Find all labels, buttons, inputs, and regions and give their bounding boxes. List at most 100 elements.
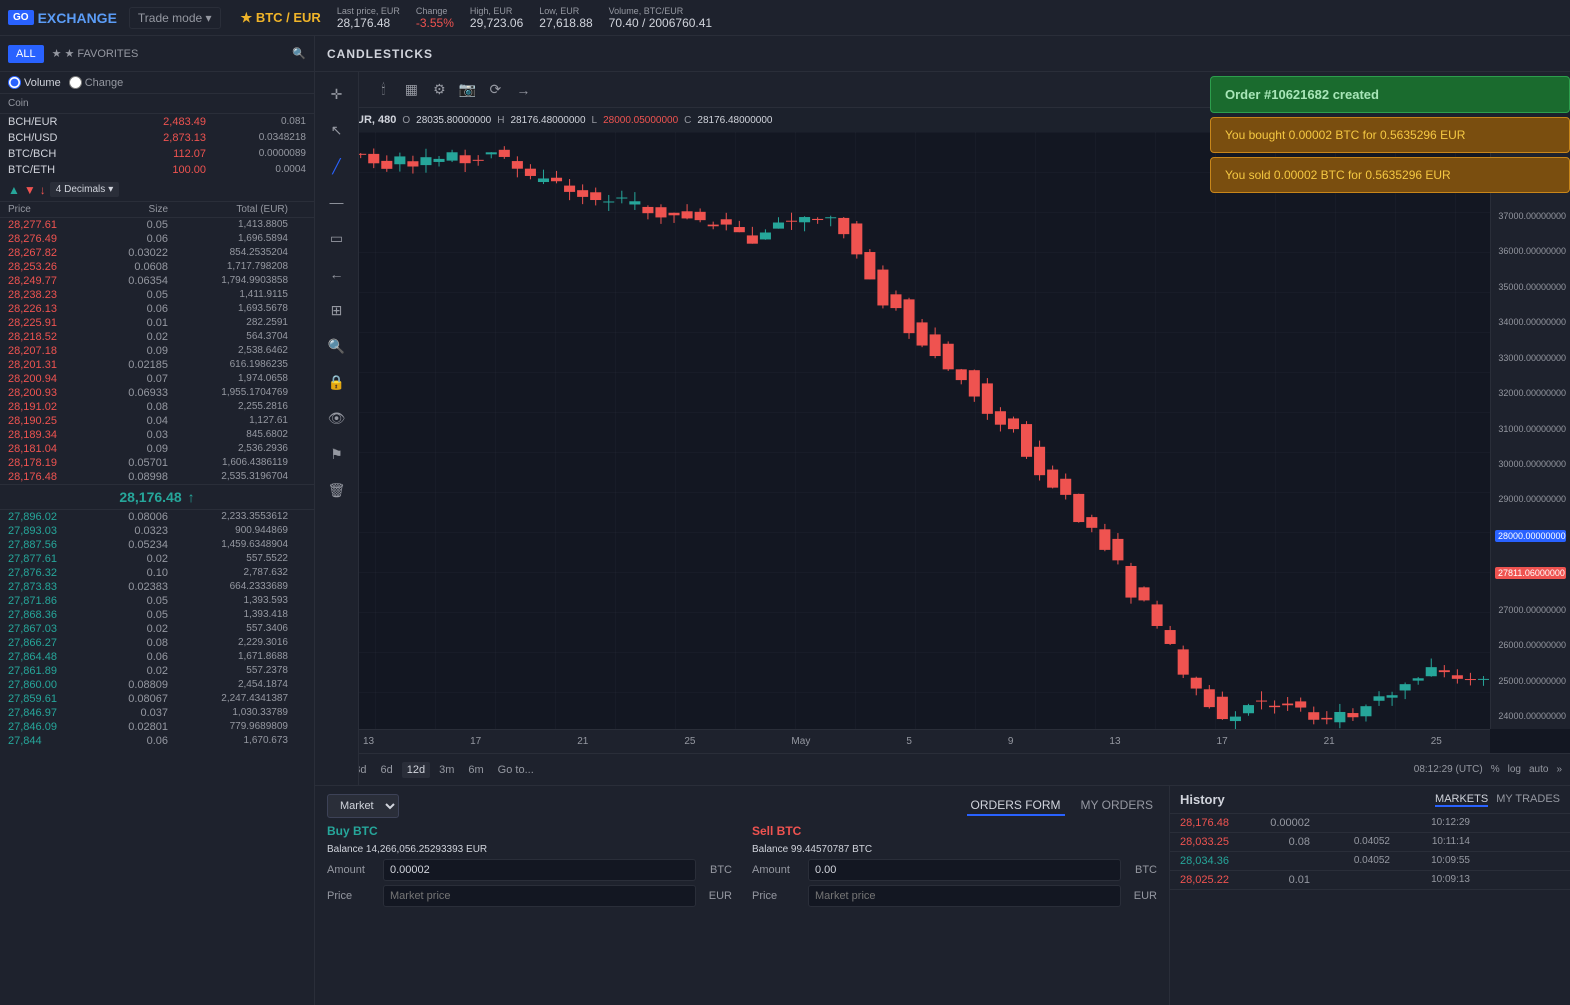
measure-tool[interactable]: ⊞ [323,296,351,324]
trash-tool[interactable]: 🗑 [323,476,351,504]
sell-price-input[interactable] [808,885,1121,907]
tab-favorites[interactable]: ★ ★ FAVORITES [52,47,139,60]
history-row[interactable]: 28,033.250.080.0405210:11:14 [1170,833,1570,852]
orders-form-tab[interactable]: ORDERS FORM [967,796,1065,816]
history-row[interactable]: 28,176.480.0000210:12:29 [1170,814,1570,833]
cursor-tool[interactable]: ↖ [323,116,351,144]
my-trades-tab[interactable]: MY TRADES [1496,793,1560,807]
pair-name[interactable]: ★ BTC / EUR [241,10,321,26]
bought-notification: You bought 0.00002 BTC for 0.5635296 EUR [1210,117,1570,153]
market-type-select[interactable]: Market [327,794,399,818]
buy-price-input[interactable] [383,885,696,907]
filter-icon-1[interactable]: ▲ [8,183,20,197]
sell-amount-input[interactable] [808,859,1121,881]
filter-icon-2[interactable]: ▼ [24,183,36,197]
crosshair-tool[interactable]: ✛ [323,80,351,108]
ob-buy-row[interactable]: 27,877.610.02557.5522 [0,552,314,566]
ob-sell-row[interactable]: 28,201.310.02185616.1986235 [0,358,314,372]
ob-sell-row[interactable]: 28,178.190.057011,606.4386119 [0,456,314,470]
ob-sell-row[interactable]: 28,181.040.092,536.2936 [0,442,314,456]
price-level: 29000.00000000 [1495,494,1566,504]
search-icon[interactable]: 🔍 [292,47,306,60]
expand-icon[interactable]: » [1556,764,1562,775]
time-label: 13 [1109,736,1120,747]
ob-sell-row[interactable]: 28,191.020.082,255.2816 [0,400,314,414]
ob-buy-row[interactable]: 27,8440.061,670.673 [0,734,314,748]
history-row[interactable]: 28,025.220.0110:09:13 [1170,871,1570,890]
tf-6m[interactable]: 6m [463,762,488,778]
ob-buy-row[interactable]: 27,868.360.051,393.418 [0,608,314,622]
ob-sell-row[interactable]: 28,238.230.051,411.9115 [0,288,314,302]
candle-chart-icon[interactable]: 🕯 [371,78,395,102]
decimals-button[interactable]: 4 Decimals ▾ [50,182,120,197]
ob-sell-row[interactable]: 28,277.610.051,413.8805 [0,218,314,232]
markets-tab[interactable]: MARKETS [1435,793,1488,807]
change-radio-label[interactable]: Change [69,76,124,89]
ob-sell-row[interactable]: 28,253.260.06081,717.798208 [0,260,314,274]
ob-buy-row[interactable]: 27,867.030.02557.3406 [0,622,314,636]
ob-sell-row[interactable]: 28,176.480.089982,535.3196704 [0,470,314,484]
ob-buy-row[interactable]: 27,893.030.0323900.944869 [0,524,314,538]
lock-tool[interactable]: 🔒 [323,368,351,396]
ob-buy-row[interactable]: 27,860.000.088092,454.1874 [0,678,314,692]
buy-amount-input[interactable] [383,859,696,881]
my-orders-tab[interactable]: MY ORDERS [1077,796,1157,816]
time-label: 5 [906,736,912,747]
draw-rect-tool[interactable]: ▭ [323,224,351,252]
ob-sell-row[interactable]: 28,276.490.061,696.5894 [0,232,314,246]
ob-buy-row[interactable]: 27,873.830.02383664.2333689 [0,580,314,594]
ob-buy-row[interactable]: 27,887.560.052341,459.6348904 [0,538,314,552]
ob-sell-row[interactable]: 28,226.130.061,693.5678 [0,302,314,316]
ob-sell-row[interactable]: 28,267.820.03022854.2535204 [0,246,314,260]
ob-buy-row[interactable]: 27,846.090.02801779.9689809 [0,720,314,734]
time-label: 21 [577,736,588,747]
history-row[interactable]: 28,034.360.0405210:09:55 [1170,852,1570,871]
bar-chart-icon[interactable]: ▦ [399,78,423,102]
chart-type-icons: 🕯 ▦ ⚙ 📷 ⟳ → [371,78,535,102]
coin-list-item[interactable]: BTC/ETH100.000.0004 [0,162,314,178]
eye-tool[interactable]: 👁 [323,404,351,432]
ob-sell-row[interactable]: 28,218.520.02564.3704 [0,330,314,344]
volume-radio-label[interactable]: Volume [8,76,61,89]
coin-list-item[interactable]: BTC/BCH112.070.0000089 [0,146,314,162]
ob-buy-row[interactable]: 27,866.270.082,229.3016 [0,636,314,650]
goto-button[interactable]: Go to... [493,762,539,778]
coin-list-item[interactable]: BCH/USD2,873.130.0348218 [0,130,314,146]
arrow-right-icon[interactable]: → [511,78,535,102]
tf-12d[interactable]: 12d [402,762,430,778]
tab-all[interactable]: ALL [8,45,44,63]
volume-radio[interactable] [8,76,21,89]
coin-list-item[interactable]: BCH/EUR2,483.490.081 [0,114,314,130]
ob-sell-row[interactable]: 28,200.930.069331,955.1704769 [0,386,314,400]
trade-mode-button[interactable]: Trade mode ▾ [129,7,221,29]
draw-hline-tool[interactable]: — [323,188,351,216]
sync-icon[interactable]: ⟳ [483,78,507,102]
sell-amount-row: Amount BTC [752,859,1157,881]
ob-buy-row[interactable]: 27,896.020.080062,233.3553612 [0,510,314,524]
ob-sell-row[interactable]: 28,189.340.03845.6802 [0,428,314,442]
ob-sell-row[interactable]: 28,190.250.041,127.61 [0,414,314,428]
filter-icon-3[interactable]: ↓ [40,183,46,197]
ob-buy-row[interactable]: 27,846.970.0371,030.33789 [0,706,314,720]
ob-sell-row[interactable]: 28,200.940.071,974.0658 [0,372,314,386]
tf-3m[interactable]: 3m [434,762,459,778]
draw-line-tool[interactable]: ╱ [323,152,351,180]
screenshot-icon[interactable]: 📷 [455,78,479,102]
sell-price-unit: EUR [1127,890,1157,902]
auto-button[interactable]: auto [1529,764,1548,775]
ob-buy-row[interactable]: 27,864.480.061,671.8688 [0,650,314,664]
settings-icon[interactable]: ⚙ [427,78,451,102]
flag-tool[interactable]: ⚑ [323,440,351,468]
ob-sell-row[interactable]: 28,225.910.01282.2591 [0,316,314,330]
tf-6d[interactable]: 6d [376,762,398,778]
ob-buy-row[interactable]: 27,871.860.051,393.593 [0,594,314,608]
ob-sell-row[interactable]: 28,207.180.092,538.6462 [0,344,314,358]
back-tool[interactable]: ← [323,260,351,288]
ob-buy-row[interactable]: 27,861.890.02557.2378 [0,664,314,678]
log-button[interactable]: log [1508,764,1521,775]
ob-buy-row[interactable]: 27,859.610.080672,247.4341387 [0,692,314,706]
ob-buy-row[interactable]: 27,876.320.102,787.632 [0,566,314,580]
change-radio[interactable] [69,76,82,89]
ob-sell-row[interactable]: 28,249.770.063541,794.9903858 [0,274,314,288]
zoom-tool[interactable]: 🔍 [323,332,351,360]
